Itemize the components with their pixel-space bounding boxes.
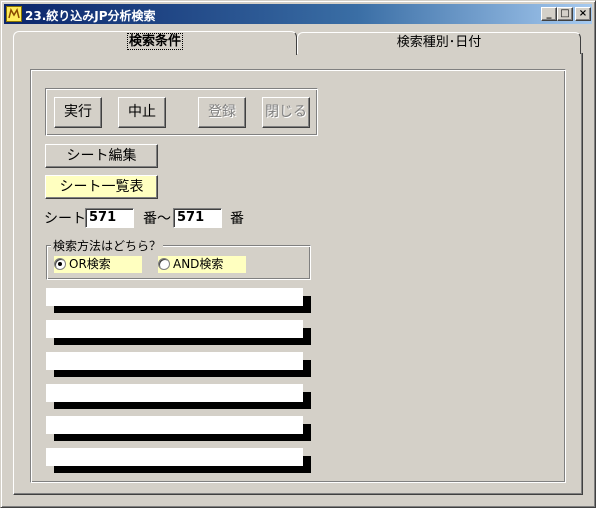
run-button[interactable]: 実行 [54, 97, 102, 128]
tab-search-conditions-label: 検索条件 [126, 33, 183, 50]
result-field-2 [46, 320, 311, 345]
tab-search-type-date[interactable]: 検索種別･日付 [297, 32, 581, 54]
sheet-suffix-label: 番 [230, 211, 244, 227]
result-field-3 [46, 352, 311, 377]
action-button-group: 実行 中止 登録 閉じる [45, 88, 318, 136]
close-window-button[interactable]: × [575, 7, 591, 21]
or-search-radio[interactable]: OR検索 [54, 256, 142, 273]
close-button[interactable]: 閉じる [262, 97, 310, 128]
result-field-4 [46, 384, 311, 409]
stop-button[interactable]: 中止 [118, 97, 166, 128]
and-search-radio[interactable]: AND検索 [158, 256, 246, 273]
result-field-5 [46, 416, 311, 441]
tab-panel: 実行 中止 登録 閉じる シート編集 シート一覧表 シート 571 番～ 571… [13, 53, 583, 495]
sheet-middle-label: 番～ [143, 211, 171, 227]
sheet-from-input[interactable]: 571 [85, 208, 134, 228]
result-field-6 [46, 448, 311, 473]
radio-unselected-icon [158, 258, 170, 270]
search-mode-legend: 検索方法はどちら？ [51, 237, 164, 254]
tab-search-conditions[interactable]: 検索条件 [13, 31, 297, 55]
window-title: 23.絞り込みJP分析検索 [25, 9, 156, 23]
tab-search-type-date-label: 検索種別･日付 [396, 35, 482, 50]
tab-strip: 検索条件 検索種別･日付 [13, 31, 583, 55]
or-search-label: OR検索 [69, 257, 111, 271]
radio-selected-icon [54, 258, 66, 270]
minimize-button[interactable]: _ [541, 7, 557, 21]
app-icon[interactable] [6, 6, 22, 22]
sheet-to-input[interactable]: 571 [173, 208, 222, 228]
result-field-1 [46, 288, 311, 313]
sheet-prefix-label: シート [44, 211, 86, 227]
sheet-edit-button[interactable]: シート編集 [45, 144, 158, 168]
register-button[interactable]: 登録 [198, 97, 246, 128]
and-search-label: AND検索 [173, 257, 224, 271]
maximize-button[interactable]: □ [557, 7, 573, 21]
title-bar[interactable]: 23.絞り込みJP分析検索 _ □ × [4, 4, 592, 24]
main-window: 23.絞り込みJP分析検索 _ □ × 検索条件 検索種別･日付 実行 中止 登… [0, 0, 596, 508]
sheet-list-button[interactable]: シート一覧表 [45, 175, 158, 199]
